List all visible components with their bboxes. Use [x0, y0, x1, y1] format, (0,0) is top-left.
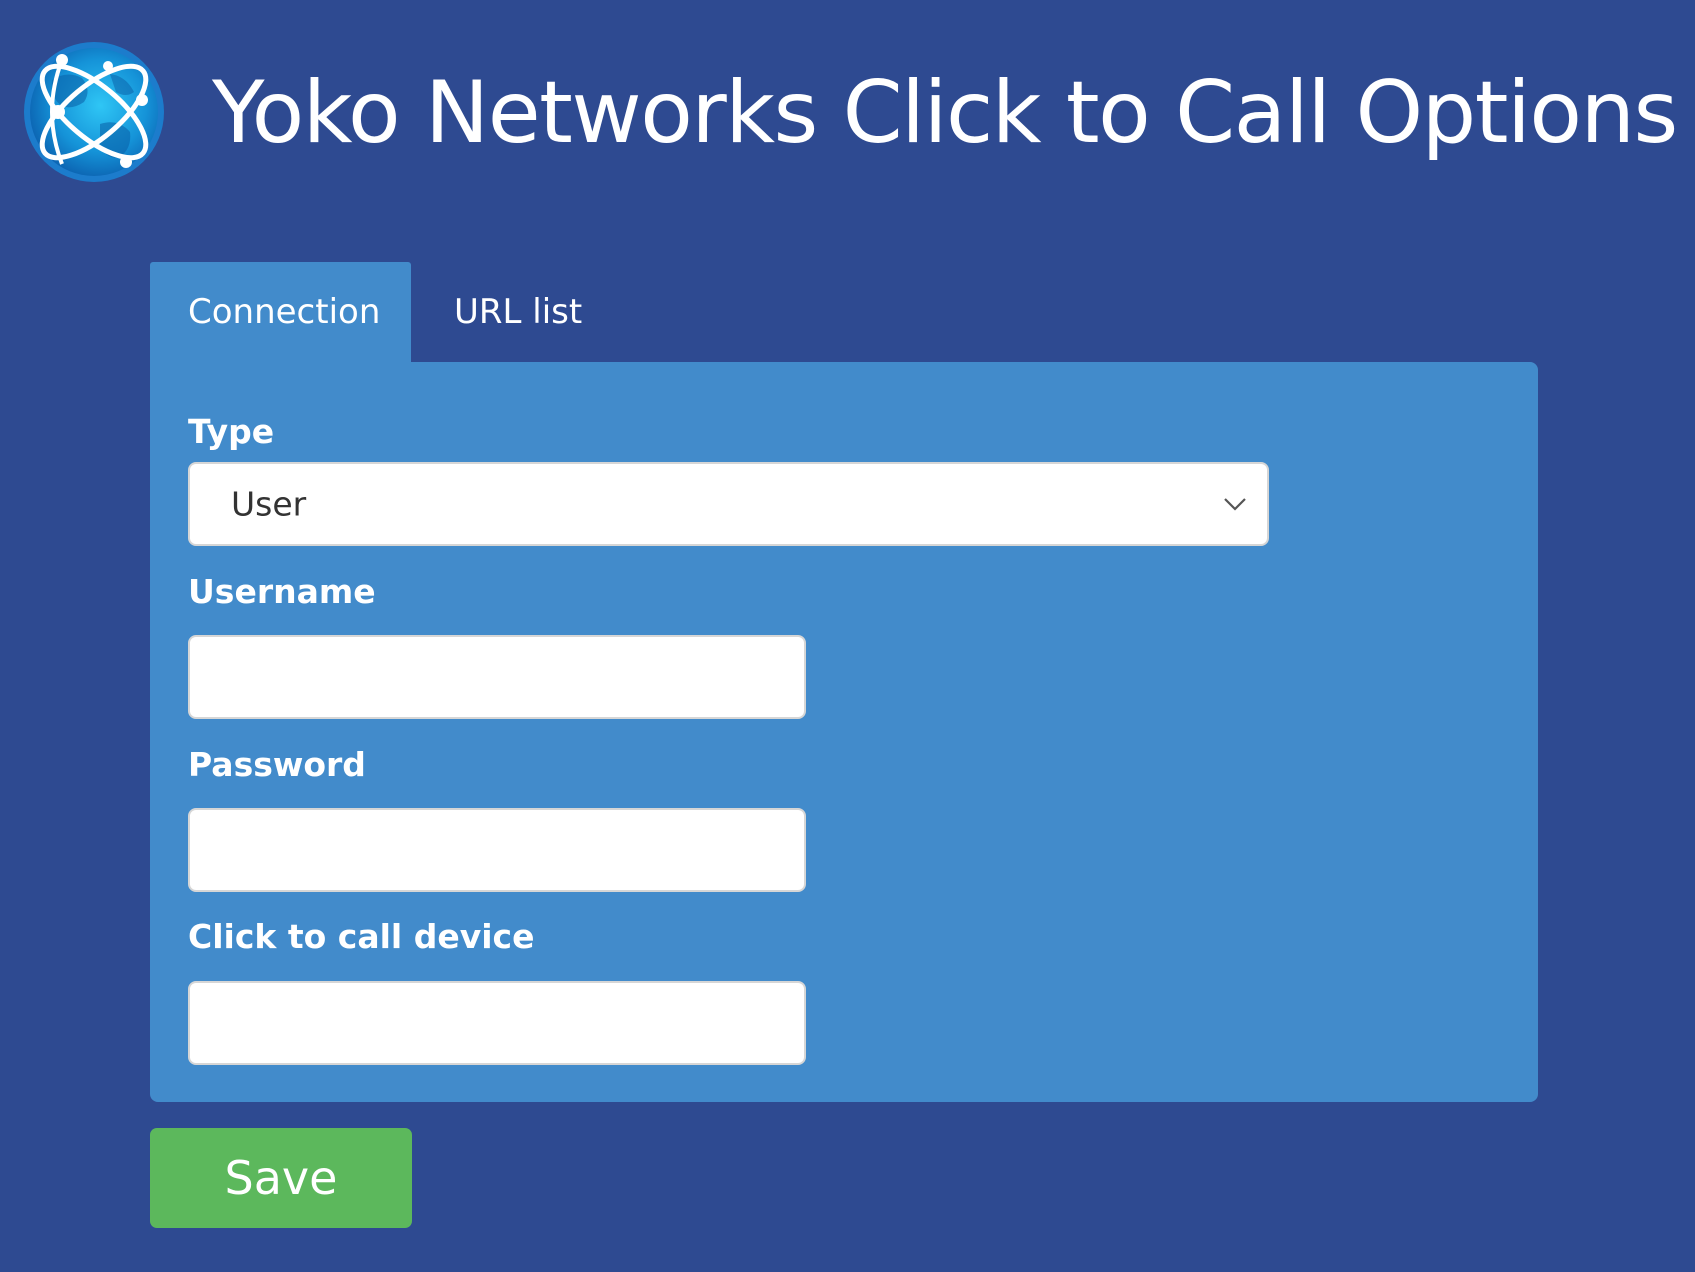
username-input[interactable] — [188, 635, 806, 719]
page-title: Yoko Networks Click to Call Options — [212, 62, 1678, 163]
globe-network-icon — [24, 42, 164, 182]
username-label: Username — [188, 572, 376, 611]
chevron-down-icon — [1224, 498, 1246, 511]
click-to-call-device-label: Click to call device — [188, 917, 535, 956]
tab-url-list[interactable]: URL list — [411, 262, 582, 362]
click-to-call-device-input[interactable] — [188, 981, 806, 1065]
type-select-value: User — [231, 484, 307, 524]
password-input[interactable] — [188, 808, 806, 892]
type-select[interactable]: User — [188, 462, 1269, 546]
save-button[interactable]: Save — [150, 1128, 412, 1228]
connection-panel: Type User Username Password Click to cal… — [150, 362, 1538, 1102]
tab-bar: Connection URL list — [150, 262, 582, 362]
app-header: Yoko Networks Click to Call Options — [22, 40, 1678, 185]
type-label: Type — [188, 412, 275, 451]
tab-connection[interactable]: Connection — [150, 262, 411, 362]
password-label: Password — [188, 745, 366, 784]
